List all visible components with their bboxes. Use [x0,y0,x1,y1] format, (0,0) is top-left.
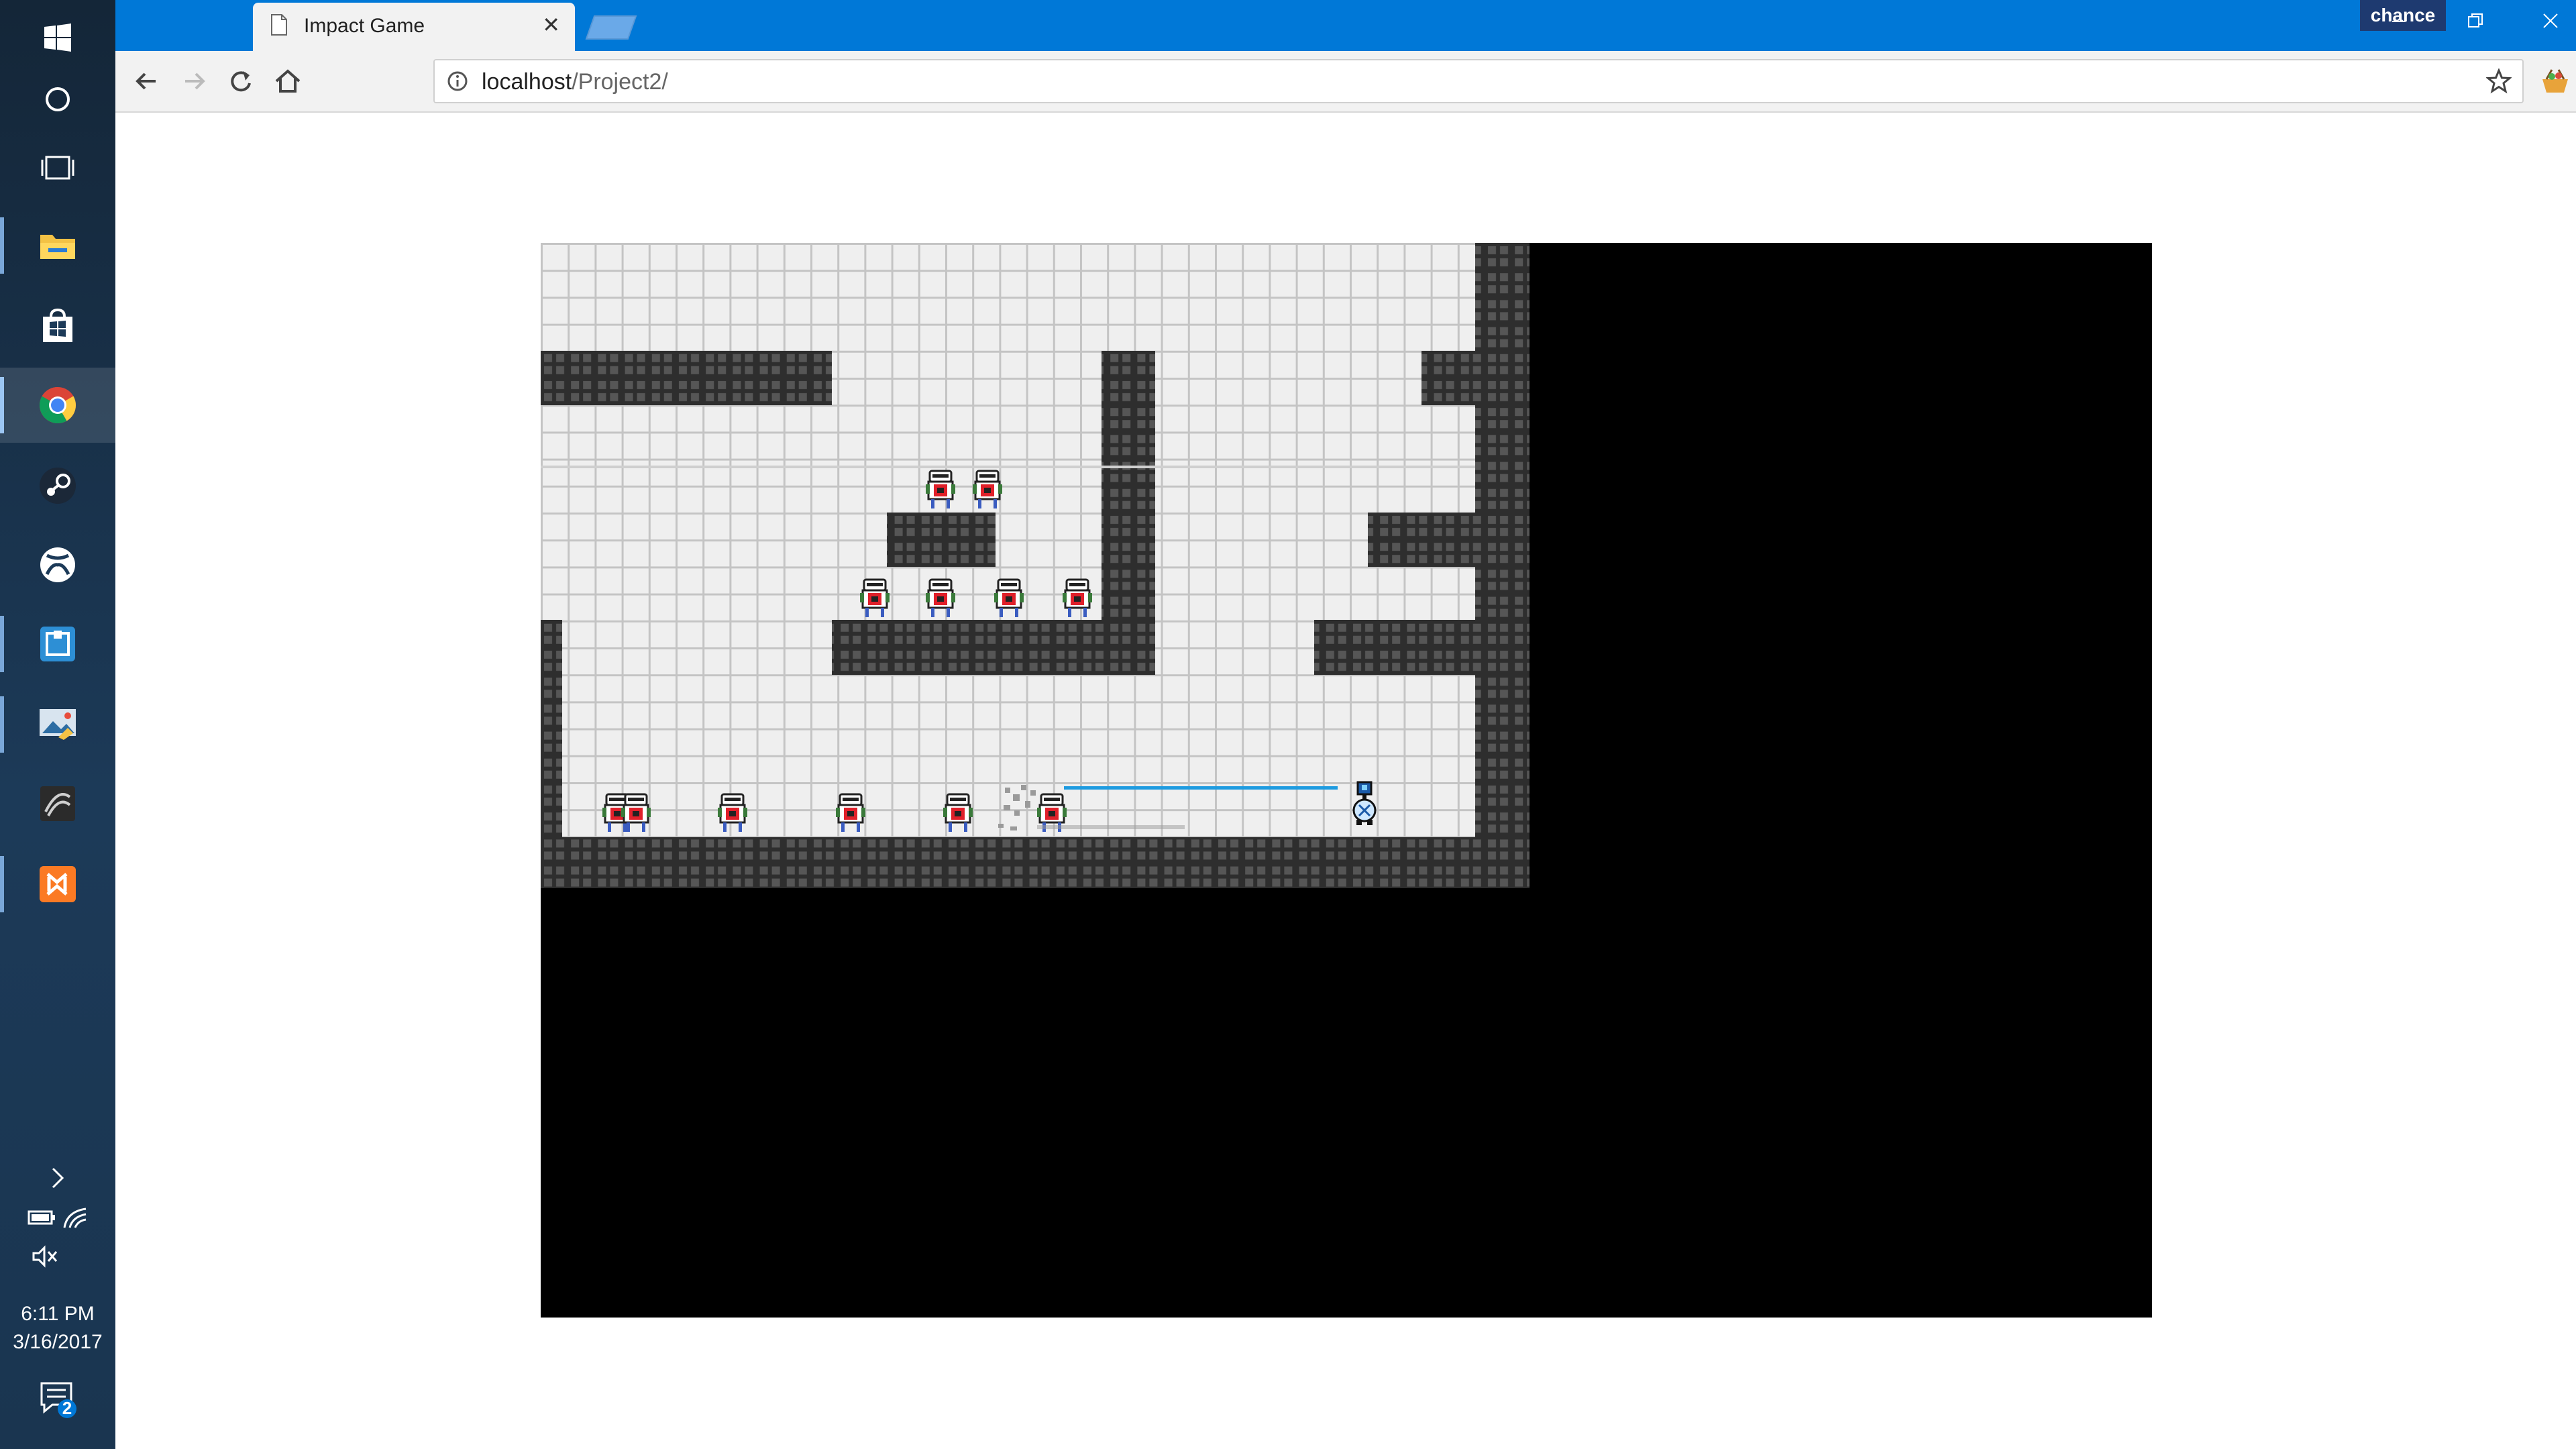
taskbar-store[interactable] [0,288,115,364]
game-level [541,243,1529,888]
middle-ledge [832,620,1155,675]
cortana-button[interactable] [0,62,115,137]
chrome-icon [39,387,76,424]
tray-row [0,1206,115,1229]
url-text: localhost/Project2/ [482,69,668,95]
show-hidden-icons-button[interactable] [0,1166,115,1190]
store-bag-icon [43,308,72,342]
taskbar-xampp[interactable] [0,847,115,922]
app-blue-icon [40,627,75,661]
info-icon[interactable] [447,70,468,92]
address-bar[interactable]: localhost/Project2/ [433,59,2524,103]
clock[interactable]: 6:11 PM 3/16/2017 [0,1300,115,1356]
wifi-icon[interactable] [62,1206,89,1229]
photos-icon [40,709,76,740]
xbox-icon [40,547,75,582]
url-host: localhost [482,69,572,95]
volume-muted-icon [32,1245,58,1268]
new-tab-button[interactable] [585,15,637,40]
taskbar-chrome[interactable] [0,368,115,443]
reload-icon[interactable] [223,63,259,99]
top-right-block [1421,351,1475,405]
taskbar-photos[interactable] [0,687,115,762]
taskbar-file-explorer[interactable] [0,208,115,283]
task-view-button[interactable] [0,130,115,205]
taskbar-app-grey[interactable] [0,766,115,841]
clock-time: 6:11 PM [21,1303,95,1325]
notification-count-badge: 2 [62,1398,72,1418]
volume-button[interactable] [0,1245,115,1268]
clock-date: 3/16/2017 [13,1331,103,1353]
restore-button[interactable] [2455,5,2496,39]
floor-wall [541,837,1529,888]
xampp-icon [40,866,76,902]
windows-logo-icon [44,23,71,52]
close-window-button[interactable] [2530,5,2571,39]
close-icon [2543,13,2558,28]
right-wall [1475,243,1529,888]
restore-icon [2468,13,2483,28]
right-ledge [1314,620,1475,675]
extension-basket-icon[interactable] [2537,63,2573,99]
home-icon[interactable] [270,63,306,99]
document-icon [271,14,287,36]
url-path: /Project2/ [572,69,668,95]
tab-title: Impact Game [304,15,425,37]
player-character [1352,781,1377,825]
browser-titlebar: Impact Game ✕ chance [115,0,2576,51]
top-left-ledge [541,351,832,405]
task-view-icon [41,156,74,180]
left-wall [541,620,562,841]
chevron-right-icon [52,1167,64,1189]
close-icon[interactable]: ✕ [542,12,560,38]
minimize-icon [2392,21,2406,22]
folder-icon [40,235,75,259]
star-icon[interactable] [2486,68,2512,94]
minimize-button[interactable] [2379,5,2419,39]
battery-icon[interactable] [27,1206,56,1226]
steam-icon [40,468,76,504]
small-platform [887,513,996,567]
back-arrow-icon[interactable] [129,63,165,99]
browser-toolbar: localhost/Project2/ [115,51,2576,113]
taskbar-app-blue[interactable] [0,606,115,682]
taskbar-xbox[interactable] [0,527,115,602]
game-canvas[interactable] [541,243,2152,1318]
taskbar: 6:11 PM 3/16/2017 2 [0,0,115,1449]
taskbar-steam[interactable] [0,448,115,523]
action-center-button[interactable]: 2 [38,1379,78,1419]
right-platform [1368,513,1475,567]
app-grey-icon [40,786,75,821]
tab-impact-game[interactable]: Impact Game ✕ [253,3,575,51]
rail-line [541,466,1475,468]
forward-arrow-icon[interactable] [176,63,212,99]
laser-beam [1064,786,1338,790]
cortana-circle-icon [46,87,70,111]
